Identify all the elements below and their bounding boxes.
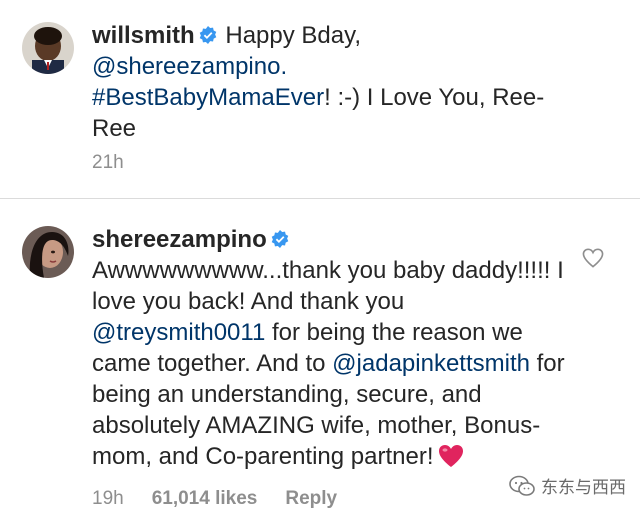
- wechat-icon: [509, 475, 535, 496]
- mention-link[interactable]: @jadapinkettsmith: [332, 350, 530, 377]
- verified-badge-icon: [271, 230, 289, 248]
- divider: [0, 198, 640, 199]
- comment-body: willsmith Happy Bday, @shereezampino. #B…: [92, 20, 580, 144]
- timestamp[interactable]: 21h: [92, 152, 124, 174]
- comment-body: shereezampino Awwwwwwwww...thank you bab…: [92, 224, 580, 472]
- comment-text: Awwwwwwwww...thank you baby daddy!!!!! I…: [92, 257, 564, 315]
- hashtag-link[interactable]: #BestBabyMamaEver: [92, 84, 324, 111]
- likes-count[interactable]: 61,014 likes: [152, 488, 258, 510]
- mention-link[interactable]: @shereezampino.: [92, 53, 287, 80]
- avatar[interactable]: [22, 22, 74, 74]
- mention-link[interactable]: @treysmith0011: [92, 319, 265, 346]
- comment-shereezampino: shereezampino Awwwwwwwww...thank you bab…: [0, 212, 640, 516]
- comment-meta: 21h: [92, 152, 124, 174]
- avatar[interactable]: [22, 226, 74, 278]
- username[interactable]: shereezampino: [92, 226, 267, 253]
- watermark: 东东与西西: [509, 473, 626, 498]
- verified-badge-icon: [199, 26, 216, 44]
- red-heart-emoji-icon: [438, 445, 463, 467]
- watermark-text: 东东与西西: [541, 478, 626, 497]
- heart-outline-icon[interactable]: [582, 248, 604, 268]
- comment-meta: 19h 61,014 likes Reply: [92, 488, 337, 510]
- comment-willsmith: willsmith Happy Bday, @shereezampino. #B…: [0, 0, 640, 196]
- comment-text: Happy Bday,: [225, 22, 361, 49]
- timestamp[interactable]: 19h: [92, 488, 124, 510]
- reply-button[interactable]: Reply: [285, 488, 337, 510]
- username[interactable]: willsmith: [92, 22, 195, 49]
